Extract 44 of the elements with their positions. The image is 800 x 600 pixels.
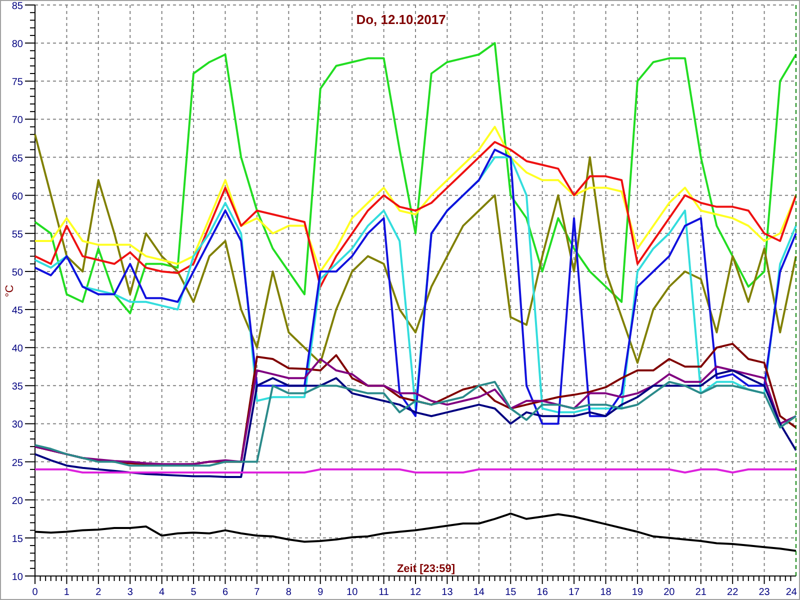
axis-tick-label: 17 [568,587,580,598]
axis-tick-label: 20 [12,496,23,507]
axis-tick-label: 19 [632,587,644,598]
axis-tick-label: 20 [664,587,675,598]
axis-tick-label: 11 [378,587,389,598]
axis-tick-label: 30 [12,420,23,431]
axis-tick-label: 24 [786,587,797,598]
x-axis-title: Zeit [23:59] [396,563,456,575]
axis-tick-label: 2 [96,587,102,598]
axis-tick-label: 0 [32,587,38,598]
axis-tick-label: 21 [695,587,706,598]
axis-tick-label: 8 [286,587,292,598]
axis-tick-label: 60 [12,191,23,202]
y-axis-title: °C [4,284,16,298]
axis-tick-label: 5 [190,587,196,598]
axis-tick-label: 15 [505,587,516,598]
axis-tick-label: 22 [727,587,738,598]
axis-tick-label: 12 [410,587,422,598]
axis-tick-label: 7 [254,587,260,598]
axis-tick-label: 18 [600,587,612,598]
axis-tick-label: 55 [12,229,23,240]
axis-tick-label: 3 [127,587,133,598]
axis-tick-label: 10 [346,587,358,598]
axis-tick-label: 50 [12,267,23,278]
axis-tick-label: 65 [12,153,23,164]
axis-tick-label: 75 [12,77,23,88]
axis-tick-label: 45 [12,306,23,317]
axis-tick-label: 10 [12,572,23,583]
axis-tick-label: 23 [758,587,770,598]
chart-title: Do, 12.10.2017 [356,12,446,27]
axis-tick-label: 40 [12,344,23,355]
axis-tick-label: 1 [64,587,70,598]
axis-tick-label: 85 [12,1,23,12]
axis-tick-label: 13 [442,587,453,598]
axis-tick-label: 25 [12,458,23,469]
axis-tick-label: 15 [12,534,23,545]
axis-tick-label: 16 [536,587,548,598]
axis-tick-label: 4 [159,587,165,598]
axis-tick-label: 70 [12,115,23,126]
axis-tick-label: 6 [222,587,228,598]
axis-tick-label: 35 [12,382,23,393]
axis-tick-label: 9 [318,587,324,598]
axis-tick-label: 14 [473,587,484,598]
axis-tick-label: 80 [12,39,23,50]
